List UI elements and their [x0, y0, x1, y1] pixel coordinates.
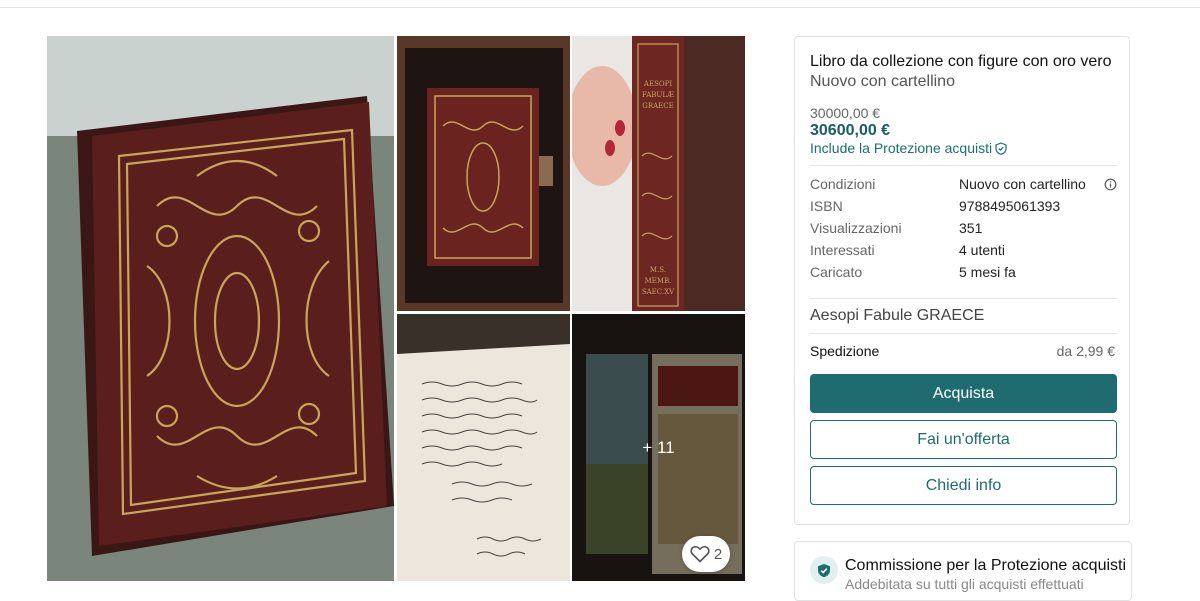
- make-offer-button[interactable]: Fai un'offerta: [810, 420, 1117, 459]
- buyer-protection-label: Include la Protezione acquisti: [810, 140, 993, 156]
- divider: [810, 333, 1117, 334]
- detail-row-isbn: ISBN 9788495061393: [810, 198, 1117, 220]
- svg-text:SAEC.XV: SAEC.XV: [642, 288, 675, 296]
- top-navigation-bar: [0, 0, 1200, 8]
- product-thumbnail-3[interactable]: [397, 314, 570, 581]
- shipping-label: Spedizione: [810, 343, 880, 359]
- divider: [810, 165, 1117, 166]
- svg-text:M.S.: M.S.: [650, 266, 666, 274]
- divider: [810, 298, 1117, 299]
- svg-text:MEMB.: MEMB.: [645, 277, 672, 285]
- protection-fee-subtitle: Addebitata su tutti gli acquisti effettu…: [845, 576, 1084, 592]
- protection-badge: [810, 556, 838, 584]
- detail-row-condition: Condizioni Nuovo con cartellino: [810, 176, 1117, 198]
- ask-info-button[interactable]: Chiedi info: [810, 466, 1117, 505]
- info-icon[interactable]: [1104, 178, 1117, 191]
- book-in-case-image: [397, 36, 570, 311]
- shipping-price: da 2,99 €: [1056, 343, 1115, 359]
- item-title: Libro da collezione con figure con oro v…: [810, 53, 1112, 70]
- detail-value: 9788495061393: [959, 198, 1061, 214]
- item-base-price: 30000,00 €: [810, 105, 881, 121]
- book-cover-image: [47, 36, 394, 581]
- detail-value: 5 mesi fa: [959, 264, 1016, 280]
- item-total-price: 30600,00 €: [810, 122, 891, 139]
- detail-value: 351: [959, 220, 983, 236]
- more-photos-count: + 11: [642, 437, 675, 457]
- detail-row-uploaded: Caricato 5 mesi fa: [810, 264, 1117, 286]
- favorite-count: 2: [713, 545, 723, 563]
- buy-button[interactable]: Acquista: [810, 374, 1117, 413]
- item-description: Aesopi Fabule GRAECE: [810, 307, 985, 324]
- detail-row-views: Visualizzazioni 351: [810, 220, 1117, 242]
- detail-value: 4 utenti: [959, 242, 1005, 258]
- detail-label: Visualizzazioni: [810, 220, 902, 236]
- product-thumbnail-1[interactable]: [397, 36, 570, 311]
- main-product-photo[interactable]: [47, 36, 394, 581]
- buyer-protection-link[interactable]: Include la Protezione acquisti: [810, 140, 1007, 156]
- svg-text:AESOPI: AESOPI: [643, 80, 672, 88]
- protection-fee-panel: Commissione per la Protezione acquisti A…: [794, 541, 1132, 601]
- favorite-button[interactable]: 2: [682, 536, 730, 572]
- handwritten-page-image: [397, 314, 570, 581]
- product-thumbnail-2[interactable]: AESOPI FABULÆ GRAECE M.S. MEMB. SAEC.XV: [572, 36, 745, 311]
- shield-check-icon: [995, 141, 1007, 155]
- book-spine-image: AESOPI FABULÆ GRAECE M.S. MEMB. SAEC.XV: [572, 36, 745, 311]
- shield-check-icon: [818, 563, 830, 577]
- svg-text:GRAECE: GRAECE: [642, 102, 674, 110]
- detail-row-interested: Interessati 4 utenti: [810, 242, 1117, 264]
- detail-label: ISBN: [810, 198, 843, 214]
- detail-value: Nuovo con cartellino: [959, 176, 1086, 192]
- svg-text:FABULÆ: FABULÆ: [642, 91, 674, 99]
- heart-icon: [690, 545, 710, 563]
- detail-label: Condizioni: [810, 176, 876, 192]
- detail-label: Interessati: [810, 242, 875, 258]
- item-condition-subtitle: Nuovo con cartellino: [810, 73, 955, 90]
- item-details-panel: Libro da collezione con figure con oro v…: [794, 36, 1130, 525]
- detail-label: Caricato: [810, 264, 863, 280]
- protection-fee-title: Commissione per la Protezione acquisti: [845, 557, 1127, 574]
